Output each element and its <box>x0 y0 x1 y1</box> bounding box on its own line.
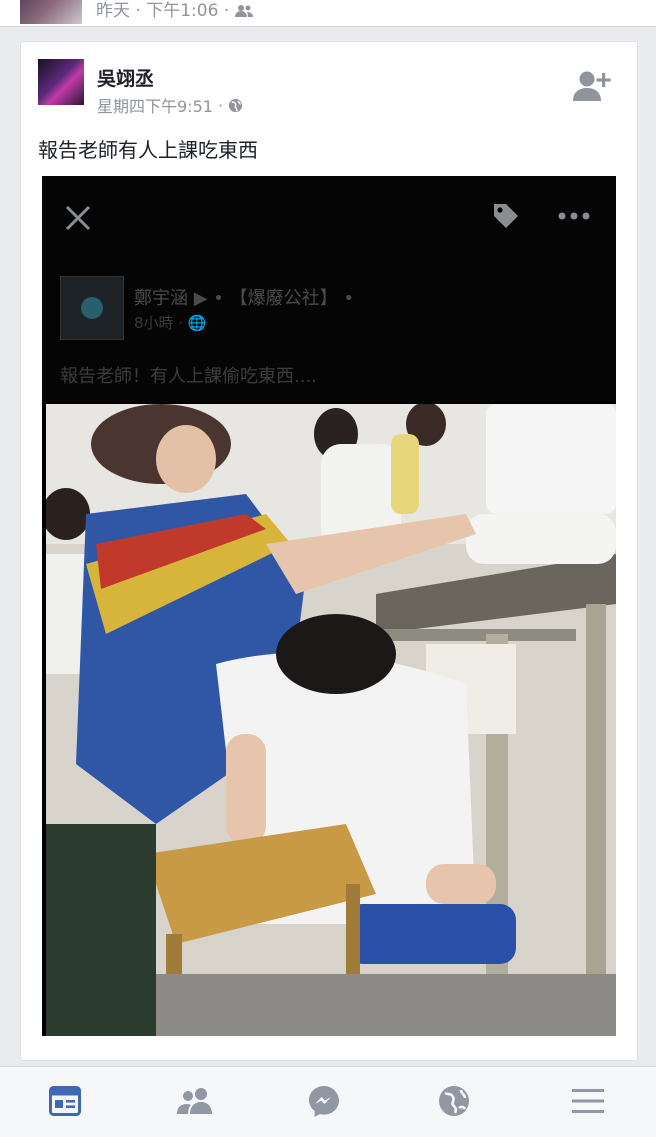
globe-audience-icon <box>228 98 243 112</box>
tab-news-feed[interactable] <box>45 1083 85 1119</box>
tag-icon <box>494 204 518 228</box>
globe-icon <box>439 1086 469 1116</box>
add-friend-icon[interactable] <box>573 70 613 102</box>
author-name[interactable]: 吳翊丞 <box>97 64 154 91</box>
post-meta: 星期四下午9:51 · <box>97 93 243 117</box>
tab-messenger[interactable] <box>304 1083 344 1119</box>
friends-icon <box>177 1088 212 1114</box>
previous-post-strip: 昨天 · 下午1:06 · <box>0 0 656 27</box>
embedded-page-name: 鄭宇涵 ▶ • 【爆廢公社】 • <box>134 288 354 309</box>
messenger-icon <box>309 1086 339 1117</box>
tab-menu[interactable] <box>568 1083 608 1119</box>
bottom-tab-bar <box>0 1066 656 1137</box>
author-avatar[interactable] <box>38 59 84 105</box>
more-dots-icon <box>558 212 590 220</box>
menu-icon <box>572 1089 604 1113</box>
embedded-caption: 報告老師！有人上課偷吃東西.... <box>60 366 317 387</box>
close-icon <box>65 205 91 231</box>
tab-notifications[interactable] <box>434 1083 474 1119</box>
previous-post-meta: 昨天 · 下午1:06 · <box>96 0 253 21</box>
post-text: 報告老師有人上課吃東西 <box>38 138 258 162</box>
embedded-screenshot-header: 鄭宇涵 ▶ • 【爆廢公社】 • 8小時 · 🌐 報告老師！有人上課偷吃東西..… <box>42 176 616 402</box>
news-feed-icon <box>49 1086 81 1116</box>
tab-friends[interactable] <box>175 1083 215 1119</box>
post-photo[interactable]: 鄭宇涵 ▶ • 【爆廢公社】 • 8小時 · 🌐 報告老師！有人上課偷吃東西..… <box>42 176 616 1036</box>
classroom-photo <box>46 404 616 1036</box>
previous-post-avatar[interactable] <box>20 0 82 24</box>
previous-post-time: 昨天 · 下午1:06 · <box>96 1 230 21</box>
embedded-time: 8小時 · 🌐 <box>134 314 207 332</box>
post-timestamp[interactable]: 星期四下午9:51 <box>97 93 213 117</box>
meta-separator: · <box>217 95 224 115</box>
embedded-page-avatar <box>60 276 124 340</box>
post-card: 吳翊丞 星期四下午9:51 · 報告老師有人上課吃東西 鄭宇涵 ▶ • 【爆廢公 <box>20 41 638 1061</box>
friends-audience-icon <box>234 5 253 17</box>
